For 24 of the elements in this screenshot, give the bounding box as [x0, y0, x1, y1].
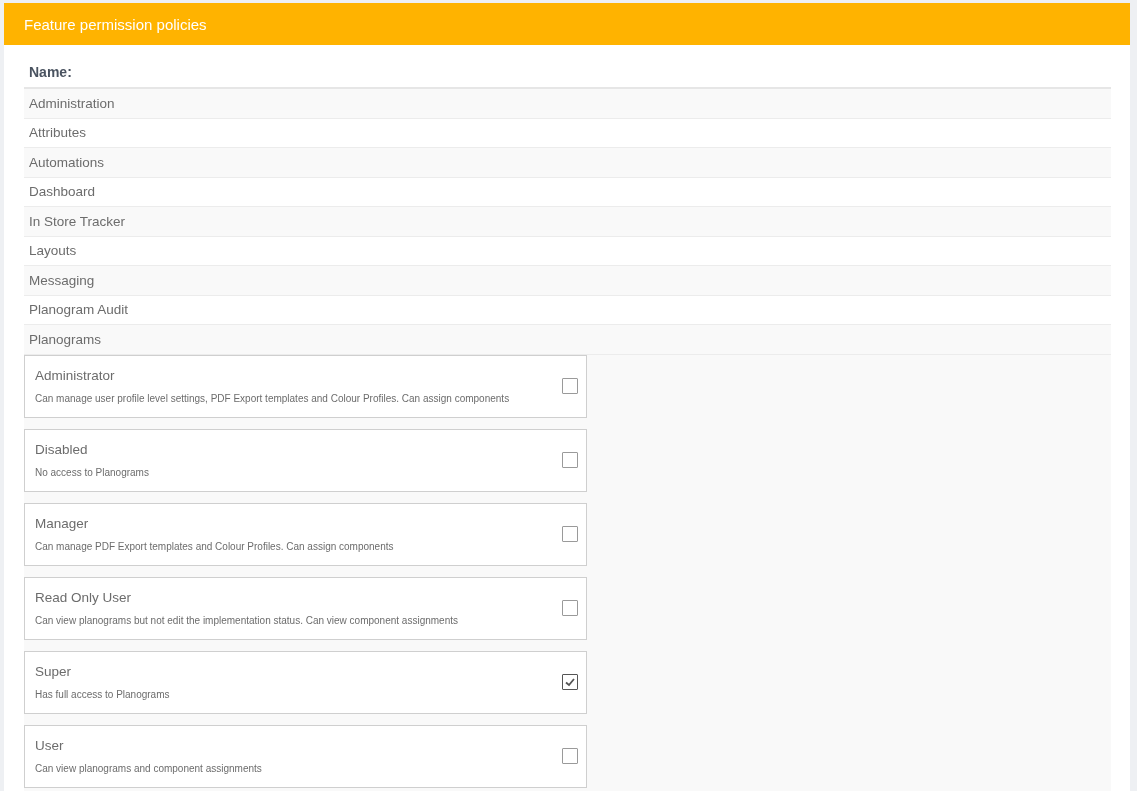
checkbox[interactable]: [562, 748, 578, 764]
feature-row[interactable]: Automations: [24, 148, 1111, 178]
feature-row[interactable]: In Store Tracker: [24, 207, 1111, 237]
policy-name: Super: [35, 664, 73, 679]
policy-description: Can manage PDF Export templates and Colour Profiles. Can assign components: [35, 541, 395, 552]
policy-description: Has full access to Planograms: [35, 689, 171, 700]
policy-description: Can view planograms and component assignments: [35, 763, 263, 774]
policy-name: User: [35, 738, 65, 753]
policy-name: Read Only User: [35, 590, 133, 605]
policy-name: Disabled: [35, 442, 89, 457]
feature-row[interactable]: Administration: [24, 89, 1111, 119]
checkbox[interactable]: [562, 600, 578, 616]
feature-row[interactable]: Messaging: [24, 266, 1111, 296]
checkbox[interactable]: [562, 378, 578, 394]
policy-description: No access to Planograms: [35, 467, 150, 478]
checkbox[interactable]: [562, 674, 578, 690]
panel-title: Feature permission policies: [24, 15, 207, 33]
policy-description: Can manage user profile level settings, PDF Export templates and Colour Profiles. Can assign components: [35, 393, 511, 404]
checkbox[interactable]: [562, 526, 578, 542]
policy-description: Can view planograms but not edit the implementation status. Can view component assignments: [35, 615, 459, 626]
checkbox[interactable]: [562, 452, 578, 468]
policy-name: Manager: [35, 516, 90, 531]
policy-name: Administrator: [35, 368, 116, 383]
feature-row[interactable]: Planograms: [24, 325, 1111, 355]
